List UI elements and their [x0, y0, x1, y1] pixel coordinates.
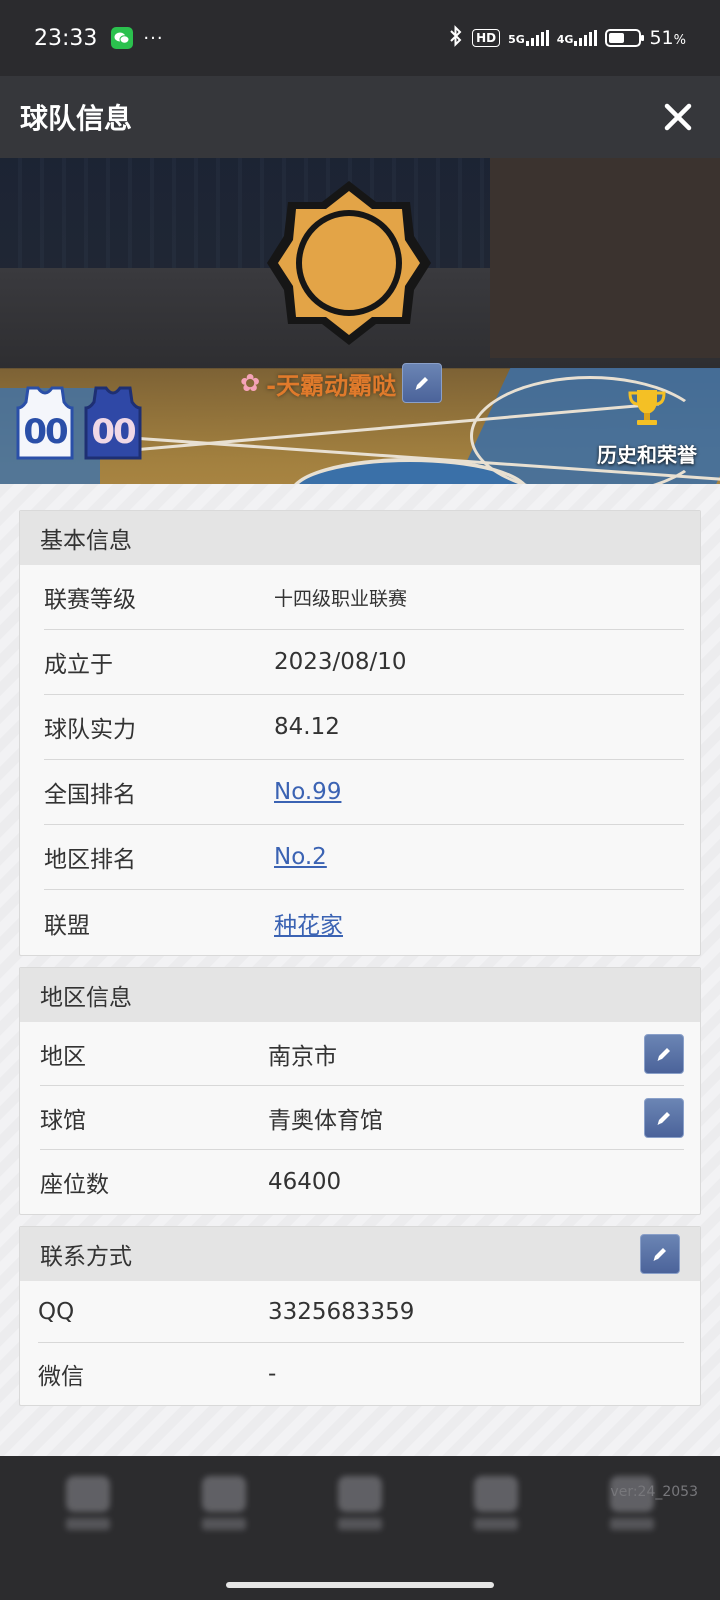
regional-rank-row: 地区排名 No.2 — [44, 825, 684, 890]
row-label: 地区 — [40, 1043, 86, 1070]
basic-info-card: 基本信息 联赛等级 十四级职业联赛 成立于 2023/08/10 球队实力 84… — [19, 510, 701, 956]
home-jersey-number: 00 — [23, 412, 68, 452]
row-label: 微信 — [38, 1364, 84, 1390]
signal-4g-icon: 4G — [557, 30, 598, 46]
region-row: 地区 南京市 — [40, 1022, 684, 1086]
arena-wall-right — [490, 158, 720, 358]
team-logo[interactable] — [264, 178, 434, 348]
pencil-icon — [415, 377, 429, 390]
network-5g-label: 5G — [508, 33, 525, 46]
nav-item[interactable] — [325, 1476, 395, 1546]
nav-label — [66, 1518, 110, 1530]
close-icon — [664, 103, 692, 131]
away-jersey[interactable]: 00 — [84, 386, 142, 460]
battery-icon — [605, 29, 645, 47]
region-info-card: 地区信息 地区 南京市 球馆 青奥体育馆 座位数 46400 — [19, 967, 701, 1215]
pencil-icon — [657, 1111, 670, 1125]
nav-label — [610, 1518, 654, 1530]
pencil-icon — [657, 1047, 670, 1061]
nav-item[interactable] — [461, 1476, 531, 1546]
row-label: 全国排名 — [44, 782, 136, 808]
team-name-row: ✿ -天霸动霸哒 — [240, 363, 443, 403]
wechat-value: - — [268, 1361, 277, 1387]
qq-value: 3325683359 — [268, 1298, 415, 1325]
team-strength-row: 球队实力 84.12 — [44, 695, 684, 760]
region-info-header: 地区信息 — [20, 968, 700, 1022]
edit-contact-button[interactable] — [640, 1234, 680, 1274]
regional-rank-link[interactable]: No.2 — [274, 844, 327, 870]
row-label: QQ — [38, 1298, 75, 1325]
flower-icon: ✿ — [240, 369, 261, 397]
pencil-icon — [653, 1248, 666, 1261]
team-jerseys[interactable]: 00 00 — [16, 386, 142, 460]
founded-row: 成立于 2023/08/10 — [44, 630, 684, 695]
league-level-row: 联赛等级 十四级职业联赛 — [44, 565, 684, 630]
network-4g-label: 4G — [556, 33, 574, 46]
row-label: 成立于 — [44, 652, 113, 678]
home-indicator[interactable] — [226, 1582, 494, 1588]
version-label: ver:24_2053 — [610, 1484, 698, 1500]
row-label: 座位数 — [40, 1172, 109, 1198]
team-banner: ✿ -天霸动霸哒 00 00 历史和荣誉 — [0, 158, 720, 484]
contact-title: 联系方式 — [40, 1244, 132, 1270]
basic-info-header: 基本信息 — [20, 511, 700, 565]
bluetooth-icon — [448, 24, 464, 52]
signal-5g-icon: 5G — [508, 30, 549, 46]
basic-info-title: 基本信息 — [40, 528, 132, 554]
header-bar: 球队信息 — [0, 76, 720, 158]
row-label: 地区排名 — [44, 847, 136, 873]
page-title: 球队信息 — [20, 102, 133, 135]
nav-icon — [202, 1476, 246, 1512]
edit-team-name-button[interactable] — [402, 363, 443, 403]
history-honors-button[interactable]: 历史和荣誉 — [582, 384, 712, 468]
founded-value: 2023/08/10 — [274, 649, 407, 675]
nav-label — [338, 1518, 382, 1530]
status-time: 23:33 — [34, 25, 98, 51]
contact-card: 联系方式 QQ 3325683359 微信 - — [19, 1226, 701, 1406]
nav-item[interactable] — [53, 1476, 123, 1546]
edit-region-button[interactable] — [644, 1033, 684, 1074]
row-label: 联赛等级 — [44, 587, 136, 613]
region-value: 南京市 — [268, 1043, 337, 1070]
close-button[interactable] — [656, 95, 700, 139]
hd-voice-icon: HD — [472, 29, 501, 47]
row-label: 球馆 — [40, 1107, 86, 1134]
nav-icon — [66, 1476, 110, 1512]
team-info-content: 基本信息 联赛等级 十四级职业联赛 成立于 2023/08/10 球队实力 84… — [0, 484, 720, 1456]
team-strength-value: 84.12 — [274, 714, 340, 740]
national-rank-row: 全国排名 No.99 — [44, 760, 684, 825]
national-rank-link[interactable]: No.99 — [274, 779, 341, 805]
arena-value: 青奥体育馆 — [268, 1107, 383, 1134]
qq-row: QQ 3325683359 — [38, 1281, 684, 1343]
status-right: HD 5G 4G 51% — [448, 24, 686, 52]
arena-row: 球馆 青奥体育馆 — [40, 1086, 684, 1150]
seats-value: 46400 — [268, 1169, 342, 1195]
nav-label — [474, 1518, 518, 1530]
row-label: 联盟 — [44, 912, 90, 939]
away-jersey-number: 00 — [91, 412, 136, 452]
battery-percent: 51% — [649, 27, 686, 49]
alliance-link[interactable]: 种花家 — [274, 913, 343, 939]
status-bar: 23:33 ··· HD 5G 4G 51% — [0, 0, 720, 76]
contact-header: 联系方式 — [20, 1227, 700, 1281]
region-info-title: 地区信息 — [40, 985, 132, 1011]
edit-arena-button[interactable] — [644, 1097, 684, 1138]
more-notifications-icon: ··· — [143, 27, 164, 49]
wechat-notification-icon — [111, 27, 134, 49]
nav-icon — [338, 1476, 382, 1512]
seats-row: 座位数 46400 — [40, 1150, 684, 1214]
home-jersey[interactable]: 00 — [16, 386, 74, 460]
history-honors-label: 历史和荣誉 — [597, 443, 697, 467]
row-label: 球队实力 — [44, 717, 136, 743]
trophy-icon — [582, 384, 712, 437]
nav-icon — [474, 1476, 518, 1512]
battery-fill — [609, 33, 624, 43]
wechat-row: 微信 - — [38, 1343, 684, 1405]
bottom-nav — [0, 1456, 720, 1600]
nav-label — [202, 1518, 246, 1530]
league-level-value: 十四级职业联赛 — [274, 587, 408, 610]
alliance-row: 联盟 种花家 — [44, 890, 684, 955]
nav-item[interactable] — [189, 1476, 259, 1546]
team-name: -天霸动霸哒 — [266, 371, 397, 400]
